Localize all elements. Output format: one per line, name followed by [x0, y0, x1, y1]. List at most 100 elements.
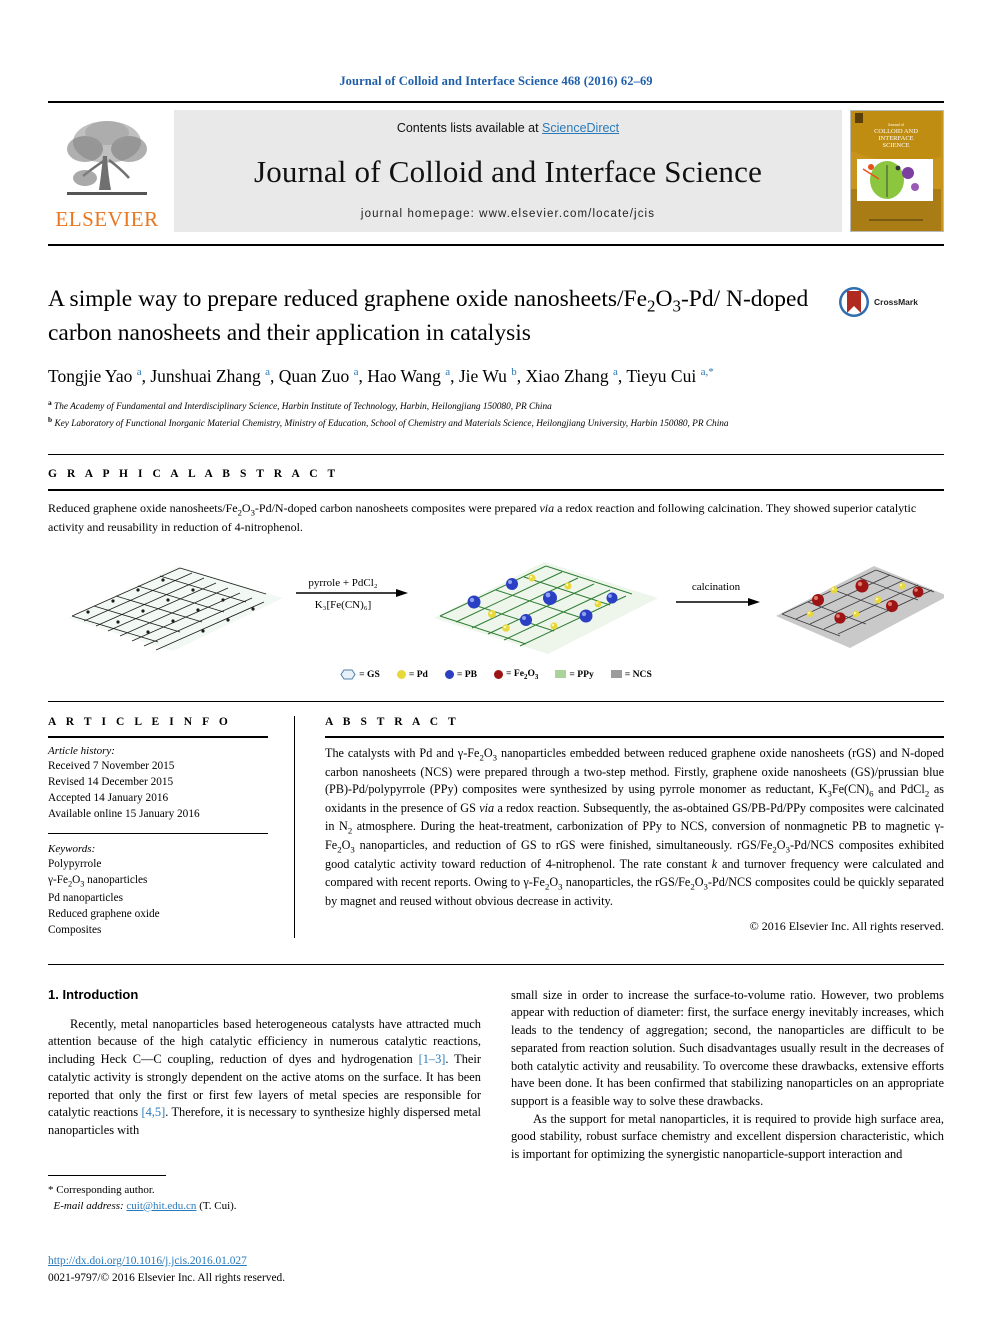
- crossmark-label: CrossMark: [874, 297, 918, 307]
- email-link[interactable]: cuit@hit.edu.cn: [126, 1200, 196, 1212]
- graphical-abstract-heading: G R A P H I C A L A B S T R A C T: [48, 467, 339, 480]
- page-title: A simple way to prepare reduced graphene…: [48, 286, 809, 346]
- keyword-item: Reduced graphene oxide: [48, 907, 160, 920]
- journal-title: Journal of Colloid and Interface Science: [253, 153, 763, 189]
- email-note: E-mail address: cuit@hit.edu.cn (T. Cui)…: [48, 1199, 481, 1215]
- header-rule: [48, 101, 944, 103]
- affiliation-a: a The Academy of Fundamental and Interdi…: [48, 397, 836, 415]
- body-right-column: small size in order to increase the surf…: [511, 987, 944, 1215]
- corresponding-author-note: * Corresponding author.: [48, 1183, 155, 1196]
- history-received: Received 7 November 2015: [48, 759, 175, 772]
- affiliation-a-text: The Academy of Fundamental and Interdisc…: [54, 402, 552, 413]
- author-affiliation-mark: b: [511, 366, 517, 379]
- cover-artwork-icon: Journal of COLLOID AND INTERFACE SCIENCE: [851, 111, 941, 231]
- crossmark-badge[interactable]: CrossMark: [838, 286, 942, 318]
- history-revised: Revised 14 December 2015: [48, 775, 174, 788]
- author-affiliation-mark: a: [353, 366, 359, 379]
- elsevier-tree-icon: [67, 121, 147, 195]
- article-info-rule: [48, 735, 268, 738]
- rgs-fe2o3-pd-ncs-panel: [776, 565, 948, 648]
- legend-item-gs: = GS: [340, 669, 380, 680]
- intro-paragraph-right-1: small size in order to increase the surf…: [511, 987, 944, 1109]
- email-suffix: (T. Cui).: [199, 1199, 237, 1212]
- body-left-column: 1. Introduction Recently, metal nanopart…: [48, 987, 481, 1215]
- legend-item-ppy: = PPy: [555, 668, 594, 680]
- author-affiliation-mark: a: [136, 366, 142, 379]
- author-affiliation-mark: a: [613, 366, 618, 379]
- legend-label-ncs: = NCS: [624, 668, 652, 680]
- arrow1-top-label: pyrrole + PdCl₂: [308, 577, 377, 589]
- legend-item-pd: = Pd: [396, 668, 428, 680]
- keyword-item: γ-Fe2O3 nanoparticles: [48, 873, 148, 888]
- journal-homepage[interactable]: journal homepage: www.elsevier.com/locat…: [361, 208, 655, 220]
- citation-ref[interactable]: [1–3]: [419, 1052, 446, 1066]
- arrow2-label: calcination: [692, 581, 741, 593]
- section-heading-introduction: 1. Introduction: [48, 986, 139, 1002]
- svg-text:SCIENCE: SCIENCE: [882, 142, 909, 149]
- author-affiliation-mark: a,*: [700, 366, 714, 379]
- graphical-abstract-figure: pyrrole + PdCl₂ K₃[Fe(CN)₆] calcination: [48, 548, 948, 666]
- article-history-title: Article history:: [48, 744, 115, 757]
- legend-item-ncs: = NCS: [610, 668, 652, 680]
- history-available-online: Available online 15 January 2016: [48, 807, 200, 820]
- sciencedirect-link[interactable]: ScienceDirect: [542, 121, 619, 135]
- doi-link[interactable]: http://dx.doi.org/10.1016/j.jcis.2016.01…: [48, 1255, 247, 1267]
- masthead-center: Contents lists available at ScienceDirec…: [174, 110, 842, 232]
- crossmark-icon: [839, 287, 869, 317]
- reaction-arrow-1: pyrrole + PdCl₂ K₃[Fe(CN)₆]: [296, 577, 408, 611]
- intro-paragraph-left: Recently, metal nanoparticles based hete…: [48, 1016, 481, 1138]
- graphical-abstract-section: G R A P H I C A L A B S T R A C T Reduce…: [48, 453, 948, 681]
- legend-label-ppy: = PPy: [569, 668, 594, 680]
- journal-cover-thumbnail: Journal of COLLOID AND INTERFACE SCIENCE: [850, 110, 944, 232]
- keyword-item: Composites: [48, 923, 102, 936]
- arrow1-bottom-label: K₃[Fe(CN)₆]: [315, 599, 372, 611]
- footnote-rule: [48, 1174, 166, 1176]
- legend-label-pd: = Pd: [408, 668, 428, 680]
- journal-masthead: ELSEVIER Contents lists available at Sci…: [48, 110, 944, 232]
- history-accepted: Accepted 14 January 2016: [48, 791, 169, 804]
- keywords-block: Keywords: Polypyrrole γ-Fe2O3 nanopartic…: [48, 832, 268, 938]
- legend-label-gs: = GS: [359, 668, 380, 680]
- legend-label-fe2o3: = Fe2O3: [506, 667, 539, 681]
- doi-block: http://dx.doi.org/10.1016/j.jcis.2016.01…: [48, 1251, 481, 1287]
- ncs-square-icon: [610, 670, 622, 679]
- elsevier-logo: ELSEVIER: [48, 110, 166, 232]
- author-affiliation-mark: a: [265, 366, 270, 379]
- article-page: Journal of Colloid and Interface Science…: [0, 0, 992, 1323]
- pd-dot-icon: [396, 669, 406, 679]
- graphical-abstract-legend: = GS = Pd = PB = Fe2O3 = PPy = NCS: [48, 668, 944, 681]
- abstract-heading: A B S T R A C T: [325, 715, 460, 728]
- abstract-copyright: © 2016 Elsevier Inc. All rights reserved…: [749, 919, 944, 934]
- svg-text:INTERFACE: INTERFACE: [878, 135, 913, 142]
- graphical-abstract-top-rule: G R A P H I C A L A B S T R A C T: [48, 453, 944, 480]
- article-info-heading: A R T I C L E I N F O: [48, 715, 232, 728]
- svg-text:COLLOID AND: COLLOID AND: [874, 128, 918, 135]
- keyword-item: Pd nanoparticles: [48, 891, 123, 904]
- gs-pb-pd-ppy-panel: [434, 561, 658, 654]
- pb-dot-icon: [444, 669, 454, 679]
- affiliation-b-text: Key Laboratory of Functional Inorganic M…: [54, 419, 729, 430]
- masthead-bottom-rule: [48, 244, 944, 246]
- hexagon-icon: [340, 669, 356, 680]
- graphene-sheet-panel: [68, 565, 283, 651]
- body-columns: 1. Introduction Recently, metal nanopart…: [48, 963, 944, 1215]
- intro-paragraph-right-2: As the support for metal nanoparticles, …: [511, 1111, 944, 1162]
- issn-copyright: 0021-9797/© 2016 Elsevier Inc. All right…: [48, 1271, 286, 1284]
- svg-text:Journal of: Journal of: [888, 122, 905, 127]
- graphical-abstract-text: Reduced graphene oxide nanosheets/Fe2O3-…: [48, 500, 917, 534]
- legend-item-fe2o3: = Fe2O3: [494, 668, 538, 681]
- contents-line: Contents lists available at ScienceDirec…: [397, 121, 619, 135]
- fe2o3-dot-icon: [494, 669, 504, 679]
- email-label: E-mail address:: [53, 1199, 124, 1212]
- affiliation-mark-b: b: [48, 415, 53, 425]
- abstract-text: The catalysts with Pd and γ-Fe2O3 nanopa…: [325, 745, 945, 908]
- running-head: Journal of Colloid and Interface Science…: [339, 74, 653, 88]
- keyword-item: Polypyrrole: [48, 857, 102, 870]
- info-abstract-row: A R T I C L E I N F O Article history: R…: [48, 700, 945, 938]
- abstract-rule: [325, 735, 944, 738]
- legend-label-pb: = PB: [456, 668, 478, 680]
- affiliation-b: b Key Laboratory of Functional Inorganic…: [48, 414, 836, 432]
- citation-ref[interactable]: [4,5]: [141, 1105, 165, 1119]
- elsevier-wordmark: ELSEVIER: [55, 207, 159, 231]
- article-info-column: A R T I C L E I N F O Article history: R…: [48, 716, 294, 938]
